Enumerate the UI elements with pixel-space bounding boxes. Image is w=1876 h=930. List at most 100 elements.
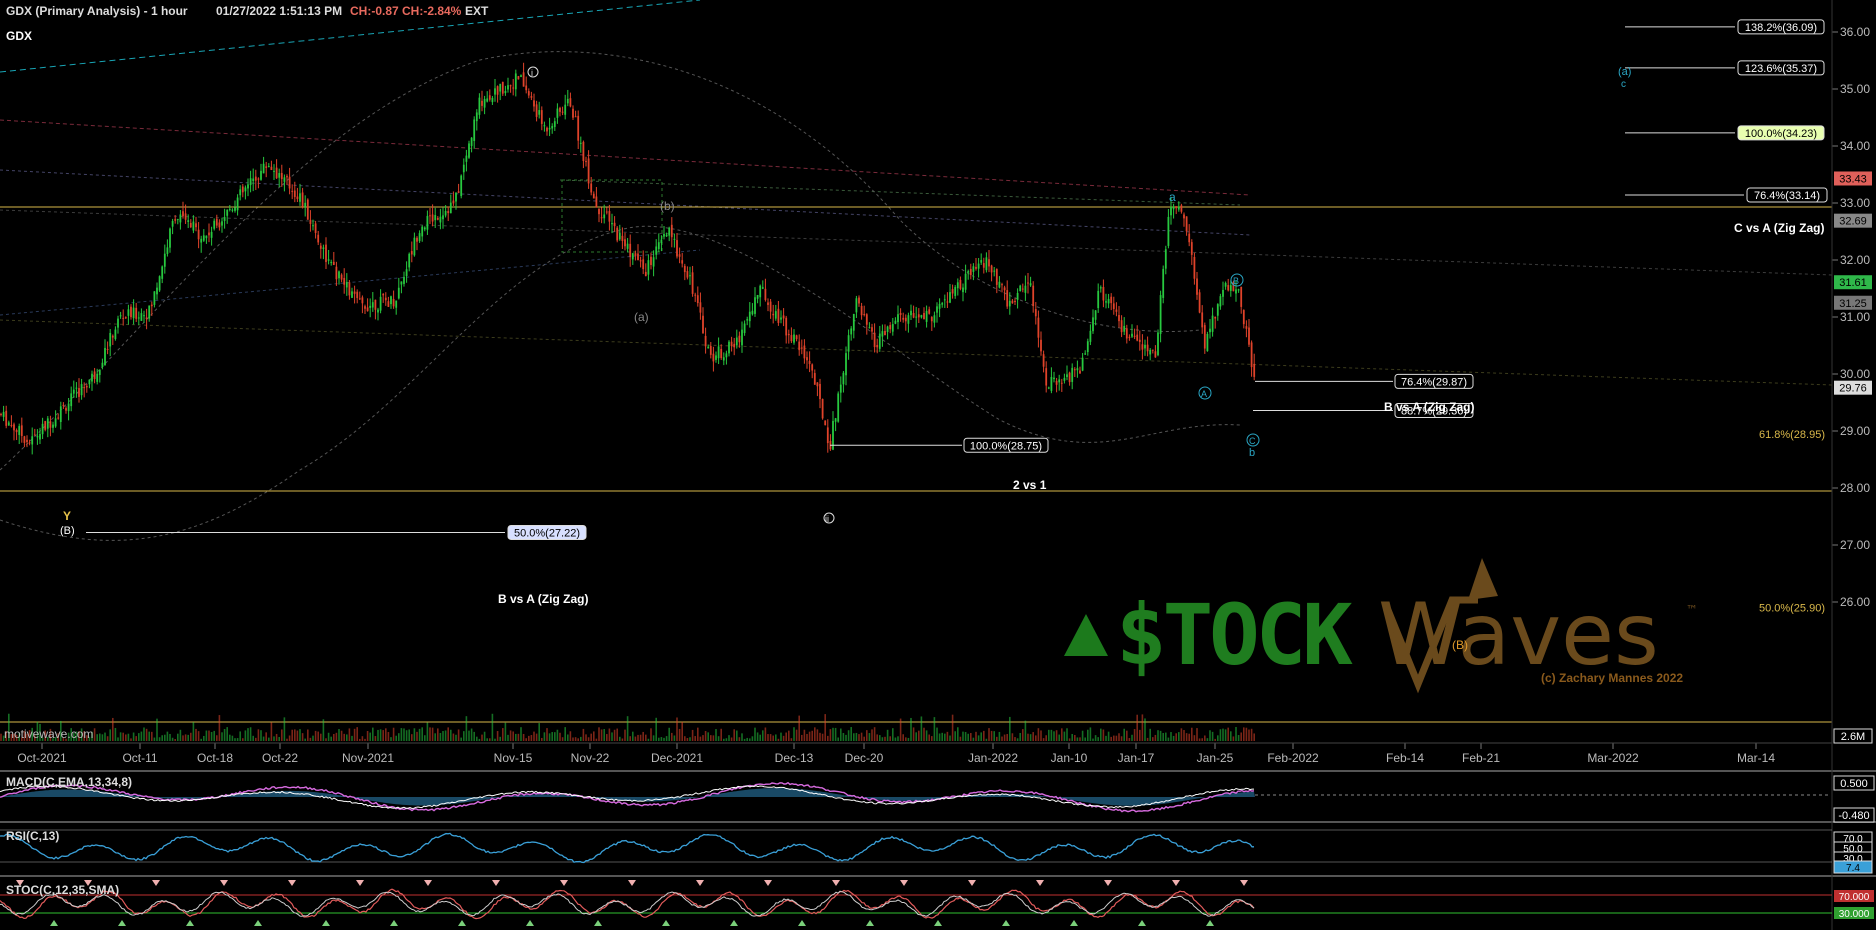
volume-bar bbox=[645, 734, 647, 741]
candle-body bbox=[52, 424, 54, 428]
candle-body bbox=[7, 422, 10, 426]
candle-body bbox=[1227, 285, 1230, 291]
candle-body bbox=[104, 347, 106, 366]
candle-body bbox=[1118, 315, 1120, 322]
fib-level-label: 138.2%(36.09) bbox=[1745, 22, 1817, 34]
volume-bar bbox=[1074, 734, 1076, 741]
volume-bar bbox=[260, 730, 262, 741]
volume-bar bbox=[923, 727, 925, 741]
x-tick-label: Nov-22 bbox=[571, 751, 610, 765]
volume-bar bbox=[1237, 735, 1240, 741]
volume-bar bbox=[788, 730, 790, 741]
volume-bar bbox=[873, 727, 876, 741]
volume-bar bbox=[145, 728, 148, 741]
volume-bar bbox=[902, 734, 904, 741]
volume-bar bbox=[650, 728, 652, 741]
volume-bar bbox=[114, 727, 117, 741]
volume-bar bbox=[442, 731, 444, 741]
candle-body bbox=[213, 220, 216, 229]
volume-bar bbox=[374, 736, 377, 741]
candle-body bbox=[967, 271, 970, 273]
candle-body bbox=[379, 296, 382, 311]
volume-bar bbox=[993, 731, 995, 741]
volume-bar bbox=[335, 732, 338, 741]
volume-bar bbox=[756, 732, 759, 741]
volume-bar bbox=[1214, 738, 1216, 741]
volume-bar bbox=[658, 737, 660, 741]
x-tick-label: Feb-2022 bbox=[1267, 751, 1319, 765]
volume-bar bbox=[1068, 738, 1071, 741]
volume-bar bbox=[151, 731, 153, 741]
candle-body bbox=[514, 73, 517, 90]
candle-body bbox=[1071, 367, 1074, 382]
candle-body bbox=[231, 209, 234, 211]
candle-body bbox=[431, 214, 434, 222]
wave-label: (B) bbox=[1452, 638, 1468, 652]
volume-bar bbox=[106, 736, 109, 741]
volume-bar bbox=[1128, 738, 1131, 741]
candle-body bbox=[564, 104, 567, 115]
volume-bar bbox=[964, 731, 967, 741]
candle-body bbox=[733, 343, 736, 348]
candle-body bbox=[1068, 372, 1071, 383]
volume-bar bbox=[1001, 736, 1003, 741]
candle-body bbox=[161, 266, 164, 279]
candle-body bbox=[1120, 320, 1123, 333]
macd-label: MACD(C,EMA,13,34,8) bbox=[6, 775, 132, 789]
fib-level-label: 100.0%(34.23) bbox=[1745, 128, 1817, 140]
candle-body bbox=[897, 314, 899, 323]
candle-body bbox=[44, 421, 47, 430]
candle-body bbox=[704, 335, 707, 347]
volume-bar bbox=[101, 734, 104, 741]
volume-bar bbox=[135, 736, 137, 741]
candle-body bbox=[694, 294, 697, 296]
candle-body bbox=[270, 166, 273, 170]
candle-body bbox=[88, 379, 91, 385]
volume-bar bbox=[699, 736, 702, 741]
candle-body bbox=[325, 244, 327, 263]
volume-bar bbox=[915, 732, 917, 741]
candle-body bbox=[592, 193, 595, 199]
y-tick-label: 28.00 bbox=[1840, 481, 1870, 495]
volume-bar bbox=[1167, 737, 1170, 741]
candle-body bbox=[306, 199, 309, 220]
candle-body bbox=[293, 190, 296, 197]
volume-bar bbox=[1152, 737, 1154, 741]
volume-bar bbox=[842, 732, 845, 741]
volume-bar bbox=[829, 729, 832, 741]
candle-body bbox=[447, 211, 450, 214]
volume-bar bbox=[221, 732, 223, 741]
volume-bar bbox=[351, 735, 353, 741]
fib-level-label: 123.6%(35.37) bbox=[1745, 63, 1817, 75]
candle-body bbox=[460, 175, 463, 197]
volume-bar bbox=[634, 736, 637, 741]
volume-bar bbox=[1191, 727, 1193, 741]
volume-bar bbox=[749, 738, 751, 741]
change-percent: CH:-2.84% bbox=[402, 4, 462, 18]
candle-body bbox=[252, 178, 255, 181]
volume-bar bbox=[486, 738, 488, 741]
volume-bar bbox=[972, 737, 975, 741]
candle-body bbox=[1073, 369, 1076, 371]
candle-body bbox=[951, 289, 954, 294]
volume-bar bbox=[1079, 737, 1081, 741]
volume-bar bbox=[418, 728, 421, 741]
candle-body bbox=[351, 291, 353, 298]
volume-bar bbox=[460, 737, 462, 741]
volume-bar bbox=[413, 728, 416, 741]
candle-body bbox=[585, 161, 587, 163]
volume-bar bbox=[405, 730, 408, 741]
candle-body bbox=[488, 95, 491, 100]
volume-bar bbox=[608, 728, 611, 741]
candle-body bbox=[449, 202, 452, 214]
stoch-tick-label: 70.000 bbox=[1839, 892, 1870, 903]
volume-bar bbox=[1037, 728, 1040, 741]
volume-bar bbox=[156, 718, 158, 741]
candle-body bbox=[1138, 339, 1141, 342]
volume-bar bbox=[624, 729, 626, 741]
candle-body bbox=[998, 281, 1001, 288]
candle-body bbox=[1229, 285, 1232, 291]
volume-bar bbox=[907, 737, 910, 741]
volume-bar bbox=[855, 732, 858, 741]
volume-bar bbox=[262, 736, 265, 741]
